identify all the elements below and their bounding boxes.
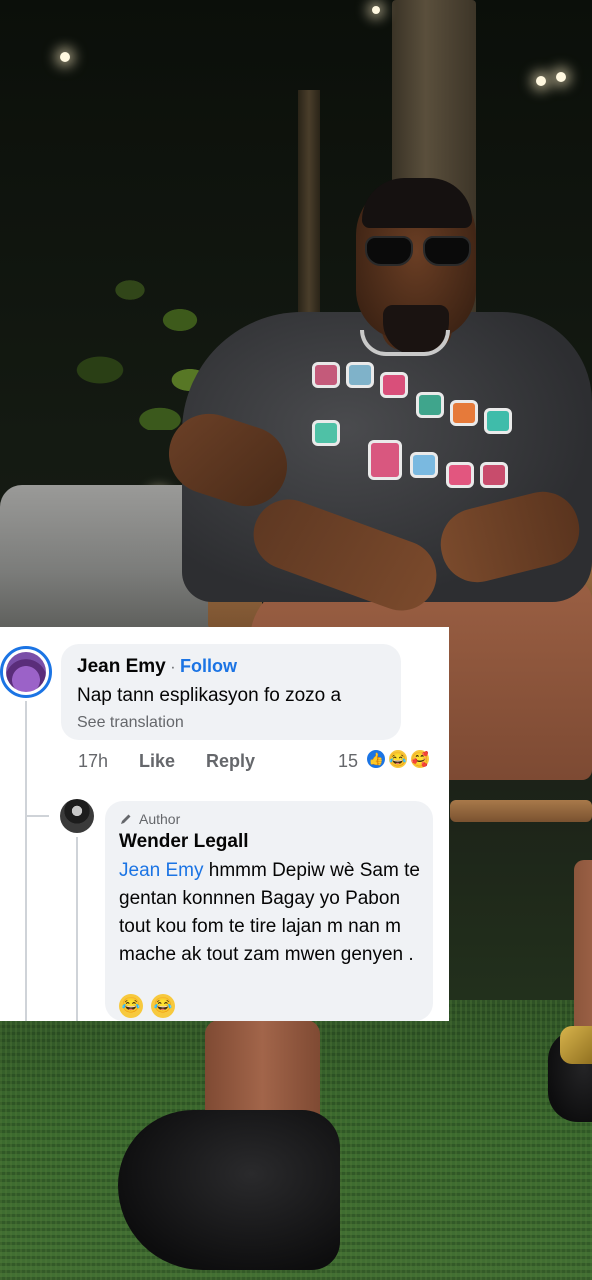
shirt-gem <box>450 400 478 426</box>
comment-time[interactable]: 17h <box>78 751 108 772</box>
reply-mention[interactable]: Jean Emy <box>119 860 203 881</box>
shirt-gem <box>480 462 508 488</box>
chain-necklace <box>360 330 450 356</box>
string-light <box>372 6 380 14</box>
reaction-count[interactable]: 15 <box>338 751 358 772</box>
string-light <box>60 52 70 62</box>
commenter-avatar[interactable] <box>0 646 52 698</box>
shirt-gem <box>312 420 340 446</box>
thread-line <box>76 837 78 1021</box>
shirt-gem <box>416 392 444 418</box>
laughing-emoji: 😂 <box>151 994 175 1018</box>
shirt-gem <box>410 452 438 478</box>
comment-text: Nap tann esplikasyon fo zozo a <box>77 685 342 706</box>
string-light <box>556 72 566 82</box>
comment-bubble: Jean Emy · Follow Nap tann esplikasyon f… <box>61 644 401 740</box>
author-badge: Author <box>119 811 180 827</box>
separator-dot: · <box>170 659 176 676</box>
thread-connector <box>25 815 49 817</box>
like-icon: 👍 <box>365 748 387 770</box>
like-button[interactable]: Like <box>139 751 175 772</box>
reply-author-name[interactable]: Wender Legall <box>119 831 249 853</box>
laughing-emoji: 😂 <box>119 994 143 1018</box>
shirt-gem <box>446 462 474 488</box>
sunglasses <box>365 236 475 268</box>
shirt-gem <box>380 372 408 398</box>
string-light <box>536 76 546 86</box>
care-icon: 🥰 <box>409 748 431 770</box>
author-badge-label: Author <box>139 811 181 827</box>
shirt-gem <box>368 440 402 480</box>
wooden-post <box>298 90 320 320</box>
haha-icon: 😂 <box>387 748 409 770</box>
comment-card: Jean Emy · Follow Nap tann esplikasyon f… <box>0 627 449 1021</box>
reply-bubble: Author Wender Legall Jean Emy hmmm Depiw… <box>105 801 433 1021</box>
thread-line <box>25 701 27 1021</box>
chair-rail <box>450 800 592 822</box>
shirt-gem <box>346 362 374 388</box>
commenter-name[interactable]: Jean Emy <box>77 656 166 677</box>
follow-button[interactable]: Follow <box>180 656 237 676</box>
see-translation-link[interactable]: See translation <box>77 714 184 732</box>
reply-emojis: 😂 😂 <box>119 994 175 1018</box>
reply-avatar[interactable] <box>60 799 94 833</box>
shirt-gem <box>484 408 512 434</box>
shirt-gem <box>312 362 340 388</box>
pencil-icon <box>121 814 131 824</box>
reply-text: Jean Emy hmmm Depiw wè Sam te gentan kon… <box>119 857 425 969</box>
shoe-gold-accent <box>560 1026 592 1064</box>
reply-button[interactable]: Reply <box>206 751 255 772</box>
left-shoe <box>118 1110 340 1270</box>
